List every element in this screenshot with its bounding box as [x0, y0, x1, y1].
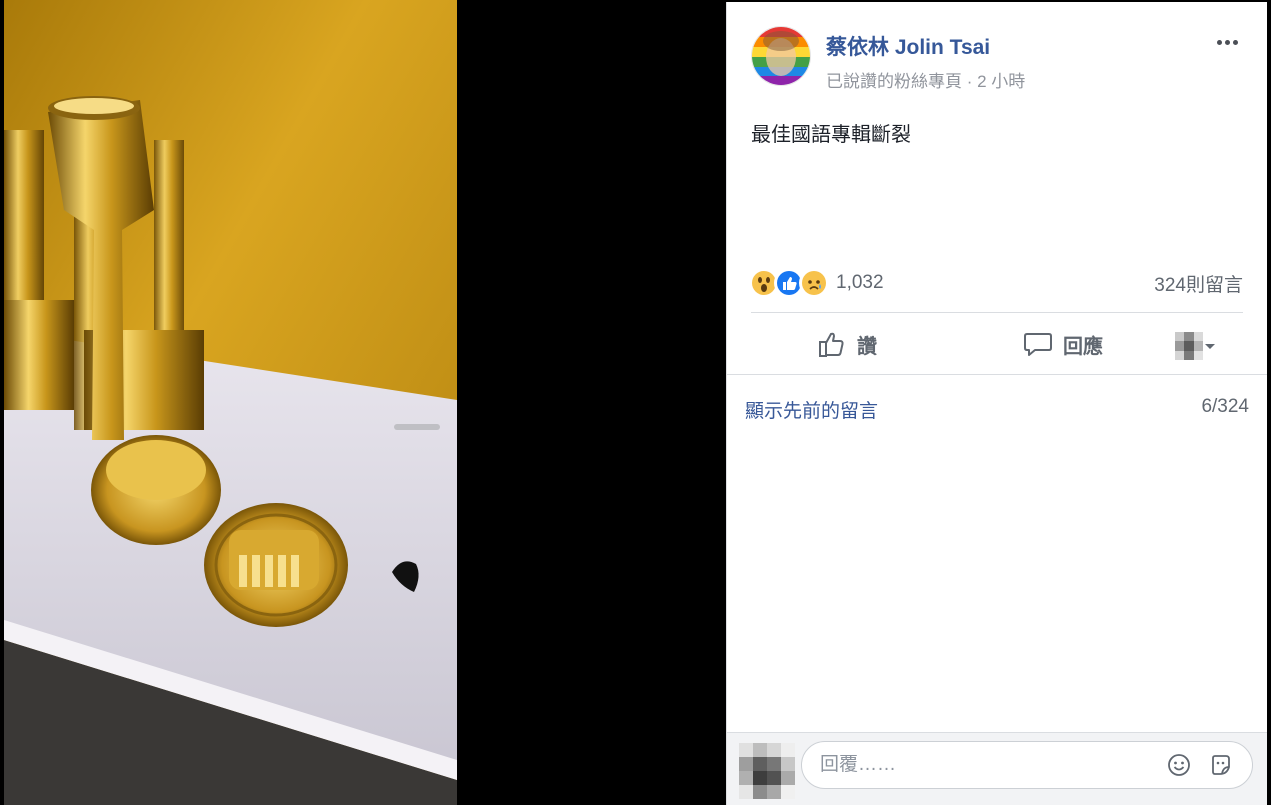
comment-label: 回應 [1063, 335, 1103, 358]
share-as-selector[interactable] [1175, 332, 1217, 360]
more-dot-icon [1232, 39, 1238, 45]
reply-bar [727, 732, 1267, 805]
post-header: 蔡依林 Jolin Tsai 已說讚的粉絲專頁 · 2 小時 [751, 26, 1247, 92]
emoji-icon[interactable] [1167, 753, 1191, 777]
sad-icon [799, 268, 829, 298]
photo-viewer: 蔡依林 Jolin Tsai 已說讚的粉絲專頁 · 2 小時 最佳國語專輯斷裂 [0, 0, 1271, 805]
divider [727, 374, 1267, 375]
more-dot-icon [1224, 39, 1230, 45]
comment-count[interactable]: 324則留言 [1154, 270, 1243, 297]
divider [751, 312, 1243, 313]
comment-icon [1024, 333, 1052, 356]
post-photo[interactable] [4, 0, 457, 805]
more-options-button[interactable] [1211, 28, 1243, 56]
post-text: 最佳國語專輯斷裂 [751, 124, 911, 146]
sticker-icon[interactable] [1209, 753, 1233, 777]
reactions-summary[interactable]: 1,032 [749, 268, 884, 298]
like-label: 讚 [857, 335, 877, 358]
more-dot-icon [1216, 39, 1222, 45]
reaction-icons [749, 268, 829, 298]
author-avatar[interactable] [751, 26, 811, 86]
like-button[interactable]: 讚 [817, 314, 877, 374]
comment-button[interactable]: 回應 [1023, 314, 1103, 374]
thumbs-up-icon [819, 332, 844, 357]
chevron-down-icon [1205, 344, 1215, 349]
photo-illustration [4, 0, 457, 805]
author-avatar-image [752, 27, 810, 85]
author-name[interactable]: 蔡依林 Jolin Tsai [826, 31, 990, 61]
pixelated-avatar-icon [1175, 332, 1203, 360]
post-actions: 讚 回應 [751, 314, 1243, 374]
reaction-count[interactable]: 1,032 [836, 272, 884, 294]
post-meta[interactable]: 已說讚的粉絲專頁 · 2 小時 [826, 67, 1025, 92]
comment-position: 6/324 [1201, 396, 1249, 417]
post-sidebar: 蔡依林 Jolin Tsai 已說讚的粉絲專頁 · 2 小時 最佳國語專輯斷裂 [726, 2, 1267, 805]
show-previous-comments-link[interactable]: 顯示先前的留言 [745, 396, 878, 423]
user-avatar [739, 743, 795, 799]
